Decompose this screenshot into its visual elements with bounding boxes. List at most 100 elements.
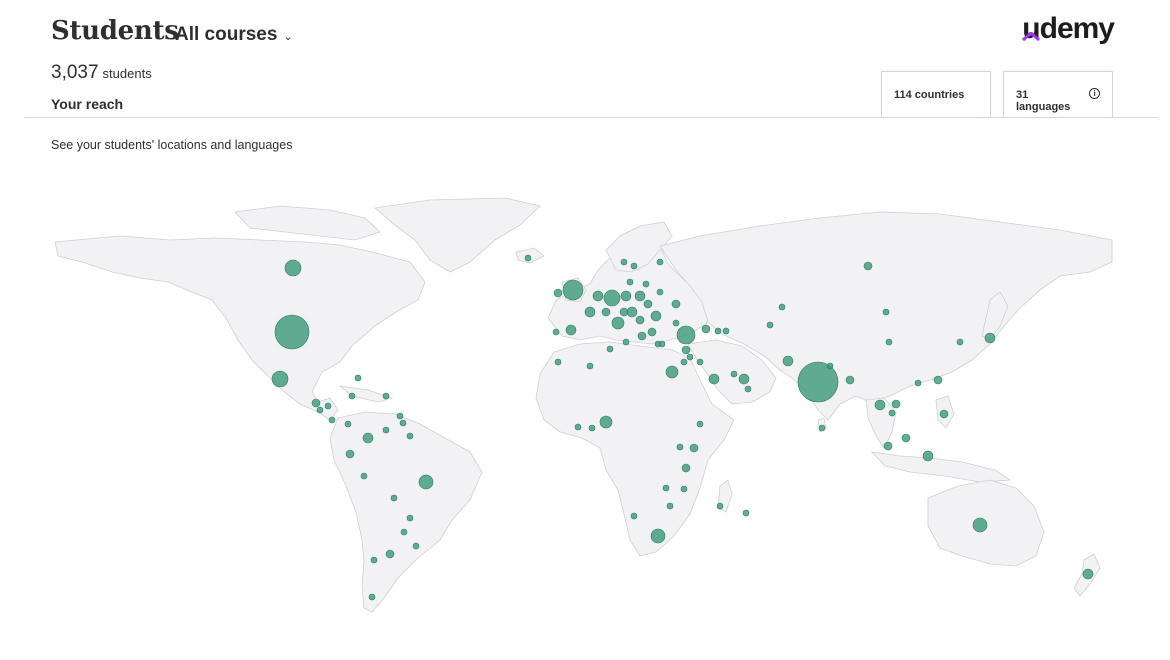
student-location-bubble[interactable] xyxy=(1082,568,1094,580)
student-location-bubble[interactable] xyxy=(680,358,688,366)
student-location-bubble[interactable] xyxy=(370,556,378,564)
student-location-bubble[interactable] xyxy=(524,254,532,262)
student-location-bubble[interactable] xyxy=(722,327,730,335)
student-location-bubble[interactable] xyxy=(390,494,398,502)
student-location-bubble[interactable] xyxy=(708,373,720,385)
student-location-bubble[interactable] xyxy=(656,258,664,266)
student-location-bubble[interactable] xyxy=(553,288,563,298)
student-location-bubble[interactable] xyxy=(396,412,404,420)
student-location-bubble[interactable] xyxy=(626,278,634,286)
student-location-bubble[interactable] xyxy=(845,375,855,385)
student-location-bubble[interactable] xyxy=(368,593,376,601)
student-location-bubble[interactable] xyxy=(406,514,414,522)
student-location-bubble[interactable] xyxy=(716,502,724,510)
student-location-bubble[interactable] xyxy=(311,398,321,408)
student-location-bubble[interactable] xyxy=(883,441,893,451)
student-location-bubble[interactable] xyxy=(592,290,604,302)
student-location-bubble[interactable] xyxy=(742,509,750,517)
student-location-bubble[interactable] xyxy=(271,370,289,388)
student-location-bubble[interactable] xyxy=(284,259,302,277)
student-location-bubble[interactable] xyxy=(665,365,679,379)
student-location-bubble[interactable] xyxy=(922,450,934,462)
student-location-bubble[interactable] xyxy=(888,409,896,417)
student-location-bubble[interactable] xyxy=(406,432,414,440)
student-location-bubble[interactable] xyxy=(738,373,750,385)
student-location-bubble[interactable] xyxy=(637,331,647,341)
student-location-bubble[interactable] xyxy=(696,420,704,428)
student-location-bubble[interactable] xyxy=(863,261,873,271)
student-location-bubble[interactable] xyxy=(382,426,390,434)
student-location-bubble[interactable] xyxy=(565,324,577,336)
student-location-bubble[interactable] xyxy=(642,280,650,288)
student-location-bubble[interactable] xyxy=(676,325,696,345)
udemy-logo[interactable]: udemy xyxy=(1022,14,1115,44)
student-location-bubble[interactable] xyxy=(619,307,629,317)
info-circle-icon[interactable]: i xyxy=(1089,88,1100,99)
student-location-bubble[interactable] xyxy=(914,379,922,387)
student-location-bubble[interactable] xyxy=(606,345,614,353)
student-location-bubble[interactable] xyxy=(400,528,408,536)
student-location-bubble[interactable] xyxy=(362,432,374,444)
student-location-bubble[interactable] xyxy=(584,306,596,318)
student-location-bubble[interactable] xyxy=(671,299,681,309)
student-location-bubble[interactable] xyxy=(620,258,628,266)
student-location-bubble[interactable] xyxy=(778,303,786,311)
student-location-bubble[interactable] xyxy=(635,315,645,325)
student-location-bubble[interactable] xyxy=(658,340,666,348)
student-location-bubble[interactable] xyxy=(885,338,893,346)
student-location-bubble[interactable] xyxy=(666,502,674,510)
student-location-bubble[interactable] xyxy=(681,345,691,355)
student-location-bubble[interactable] xyxy=(662,484,670,492)
student-location-bubble[interactable] xyxy=(714,327,722,335)
student-location-bubble[interactable] xyxy=(599,415,613,429)
student-location-bubble[interactable] xyxy=(611,316,625,330)
tab-countries[interactable]: 114 countries xyxy=(881,71,991,117)
student-location-bubble[interactable] xyxy=(348,392,356,400)
student-location-bubble[interactable] xyxy=(586,362,594,370)
student-location-bubble[interactable] xyxy=(344,420,352,428)
student-location-bubble[interactable] xyxy=(676,443,684,451)
student-location-bubble[interactable] xyxy=(630,512,638,520)
student-location-bubble[interactable] xyxy=(316,406,324,414)
student-location-bubble[interactable] xyxy=(656,288,664,296)
student-location-bubble[interactable] xyxy=(689,443,699,453)
student-location-bubble[interactable] xyxy=(701,324,711,334)
student-location-bubble[interactable] xyxy=(562,279,584,301)
student-location-bubble[interactable] xyxy=(972,517,988,533)
student-location-bubble[interactable] xyxy=(620,290,632,302)
student-location-bubble[interactable] xyxy=(630,262,638,270)
student-location-bubble[interactable] xyxy=(354,374,362,382)
student-location-bubble[interactable] xyxy=(939,409,949,419)
student-location-bubble[interactable] xyxy=(818,424,826,432)
student-location-bubble[interactable] xyxy=(956,338,964,346)
student-location-bubble[interactable] xyxy=(984,332,996,344)
student-location-bubble[interactable] xyxy=(418,474,434,490)
student-location-bubble[interactable] xyxy=(588,424,596,432)
student-location-bubble[interactable] xyxy=(782,355,794,367)
student-location-bubble[interactable] xyxy=(650,528,666,544)
student-location-bubble[interactable] xyxy=(634,290,646,302)
course-filter-dropdown[interactable]: All courses ⌄ xyxy=(175,24,293,46)
student-location-bubble[interactable] xyxy=(882,308,890,316)
student-location-bubble[interactable] xyxy=(874,399,886,411)
student-location-bubble[interactable] xyxy=(274,314,310,350)
student-location-bubble[interactable] xyxy=(901,433,911,443)
student-location-bubble[interactable] xyxy=(626,306,638,318)
student-location-bubble[interactable] xyxy=(643,299,653,309)
student-location-bubble[interactable] xyxy=(891,399,901,409)
student-location-bubble[interactable] xyxy=(826,362,834,370)
student-location-bubble[interactable] xyxy=(382,392,390,400)
student-location-bubble[interactable] xyxy=(680,485,688,493)
student-location-bubble[interactable] xyxy=(601,307,611,317)
student-location-bubble[interactable] xyxy=(399,419,407,427)
student-location-bubble[interactable] xyxy=(574,423,582,431)
student-location-bubble[interactable] xyxy=(622,338,630,346)
student-location-bubble[interactable] xyxy=(744,385,752,393)
student-location-bubble[interactable] xyxy=(647,327,657,337)
student-location-bubble[interactable] xyxy=(328,416,336,424)
student-location-bubble[interactable] xyxy=(933,375,943,385)
student-location-bubble[interactable] xyxy=(672,319,680,327)
student-location-bubble[interactable] xyxy=(360,472,368,480)
student-location-bubble[interactable] xyxy=(345,449,355,459)
student-location-bubble[interactable] xyxy=(603,289,621,307)
